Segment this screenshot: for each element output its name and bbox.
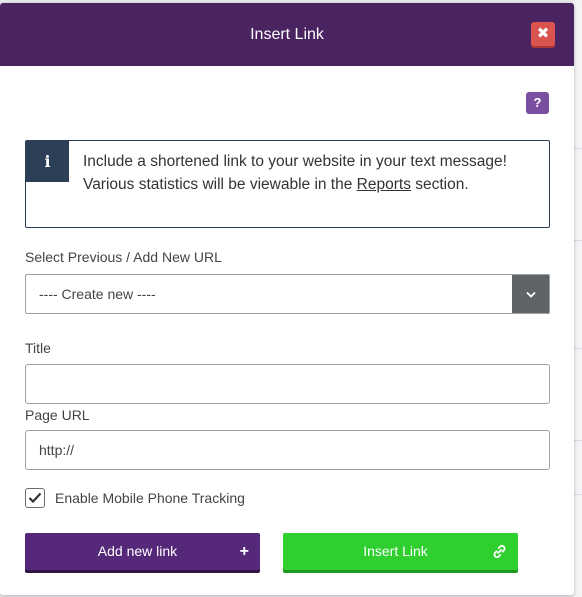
- insert-link-label: Insert Link: [363, 543, 428, 559]
- dialog-title: Insert Link: [250, 26, 324, 43]
- help-icon: ?: [533, 95, 542, 110]
- link-icon: [491, 533, 507, 570]
- info-callout: i Include a shortened link to your websi…: [25, 140, 550, 228]
- reports-link[interactable]: Reports: [357, 176, 411, 193]
- close-icon: ✖: [536, 25, 550, 42]
- help-button[interactable]: ?: [526, 92, 549, 114]
- page-url-label: Page URL: [25, 407, 90, 423]
- info-message: Include a shortened link to your website…: [83, 150, 523, 196]
- insert-link-button[interactable]: Insert Link: [283, 533, 518, 570]
- url-select[interactable]: ---- Create new ----: [25, 274, 550, 314]
- title-input[interactable]: [25, 364, 550, 404]
- close-button[interactable]: ✖: [531, 22, 555, 46]
- page-url-input-value: http://: [39, 442, 75, 458]
- info-text-after: section.: [410, 176, 469, 193]
- chevron-down-icon[interactable]: [512, 275, 549, 313]
- checkmark-icon: [28, 492, 42, 504]
- dialog-header: Insert Link ✖: [0, 3, 574, 66]
- page-url-input[interactable]: http://: [25, 430, 550, 470]
- tracking-label[interactable]: Enable Mobile Phone Tracking: [55, 490, 245, 506]
- url-select-label: Select Previous / Add New URL: [25, 249, 222, 265]
- add-new-link-label: Add new link: [97, 543, 178, 559]
- insert-link-dialog: Insert Link ✖ ? i Include a shortened li…: [0, 3, 574, 595]
- add-new-link-button[interactable]: Add new link +: [25, 533, 260, 570]
- tracking-checkbox[interactable]: [25, 488, 45, 508]
- background-page-edge: [574, 0, 582, 597]
- plus-icon: +: [239, 543, 249, 560]
- url-select-value: ---- Create new ----: [39, 286, 156, 302]
- title-label: Title: [25, 340, 51, 356]
- info-icon: i: [26, 141, 69, 182]
